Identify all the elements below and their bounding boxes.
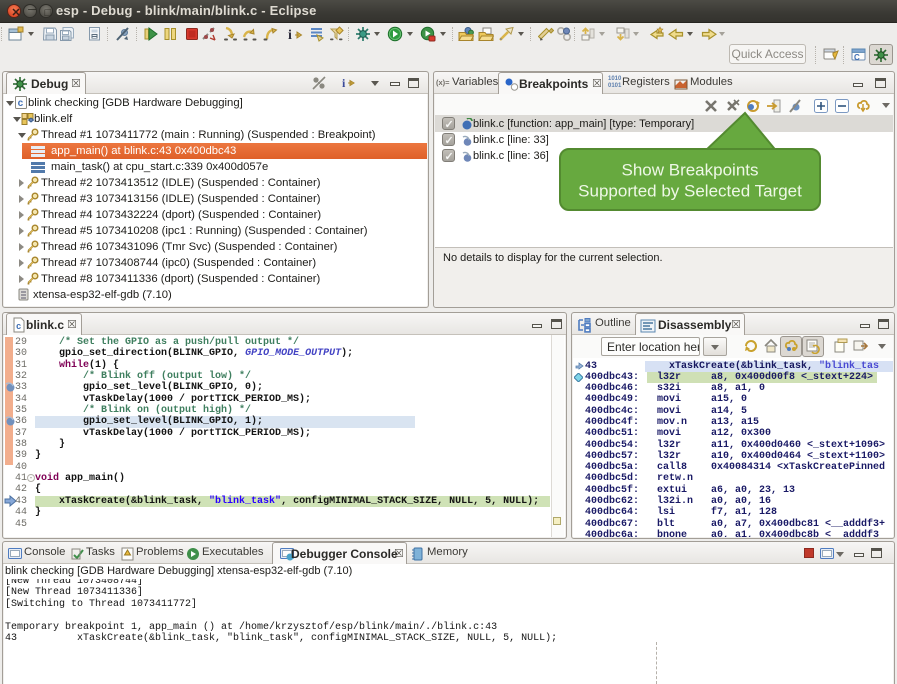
svg-text:i: i bbox=[342, 76, 346, 90]
svg-text:i: i bbox=[288, 28, 292, 42]
svg-text:C: C bbox=[854, 53, 860, 62]
svg-text:c: c bbox=[16, 322, 21, 332]
svg-text:Supported by Selected Target: Supported by Selected Target bbox=[578, 182, 802, 201]
svg-text:c: c bbox=[18, 99, 24, 109]
svg-text:Show Breakpoints: Show Breakpoints bbox=[621, 161, 758, 180]
